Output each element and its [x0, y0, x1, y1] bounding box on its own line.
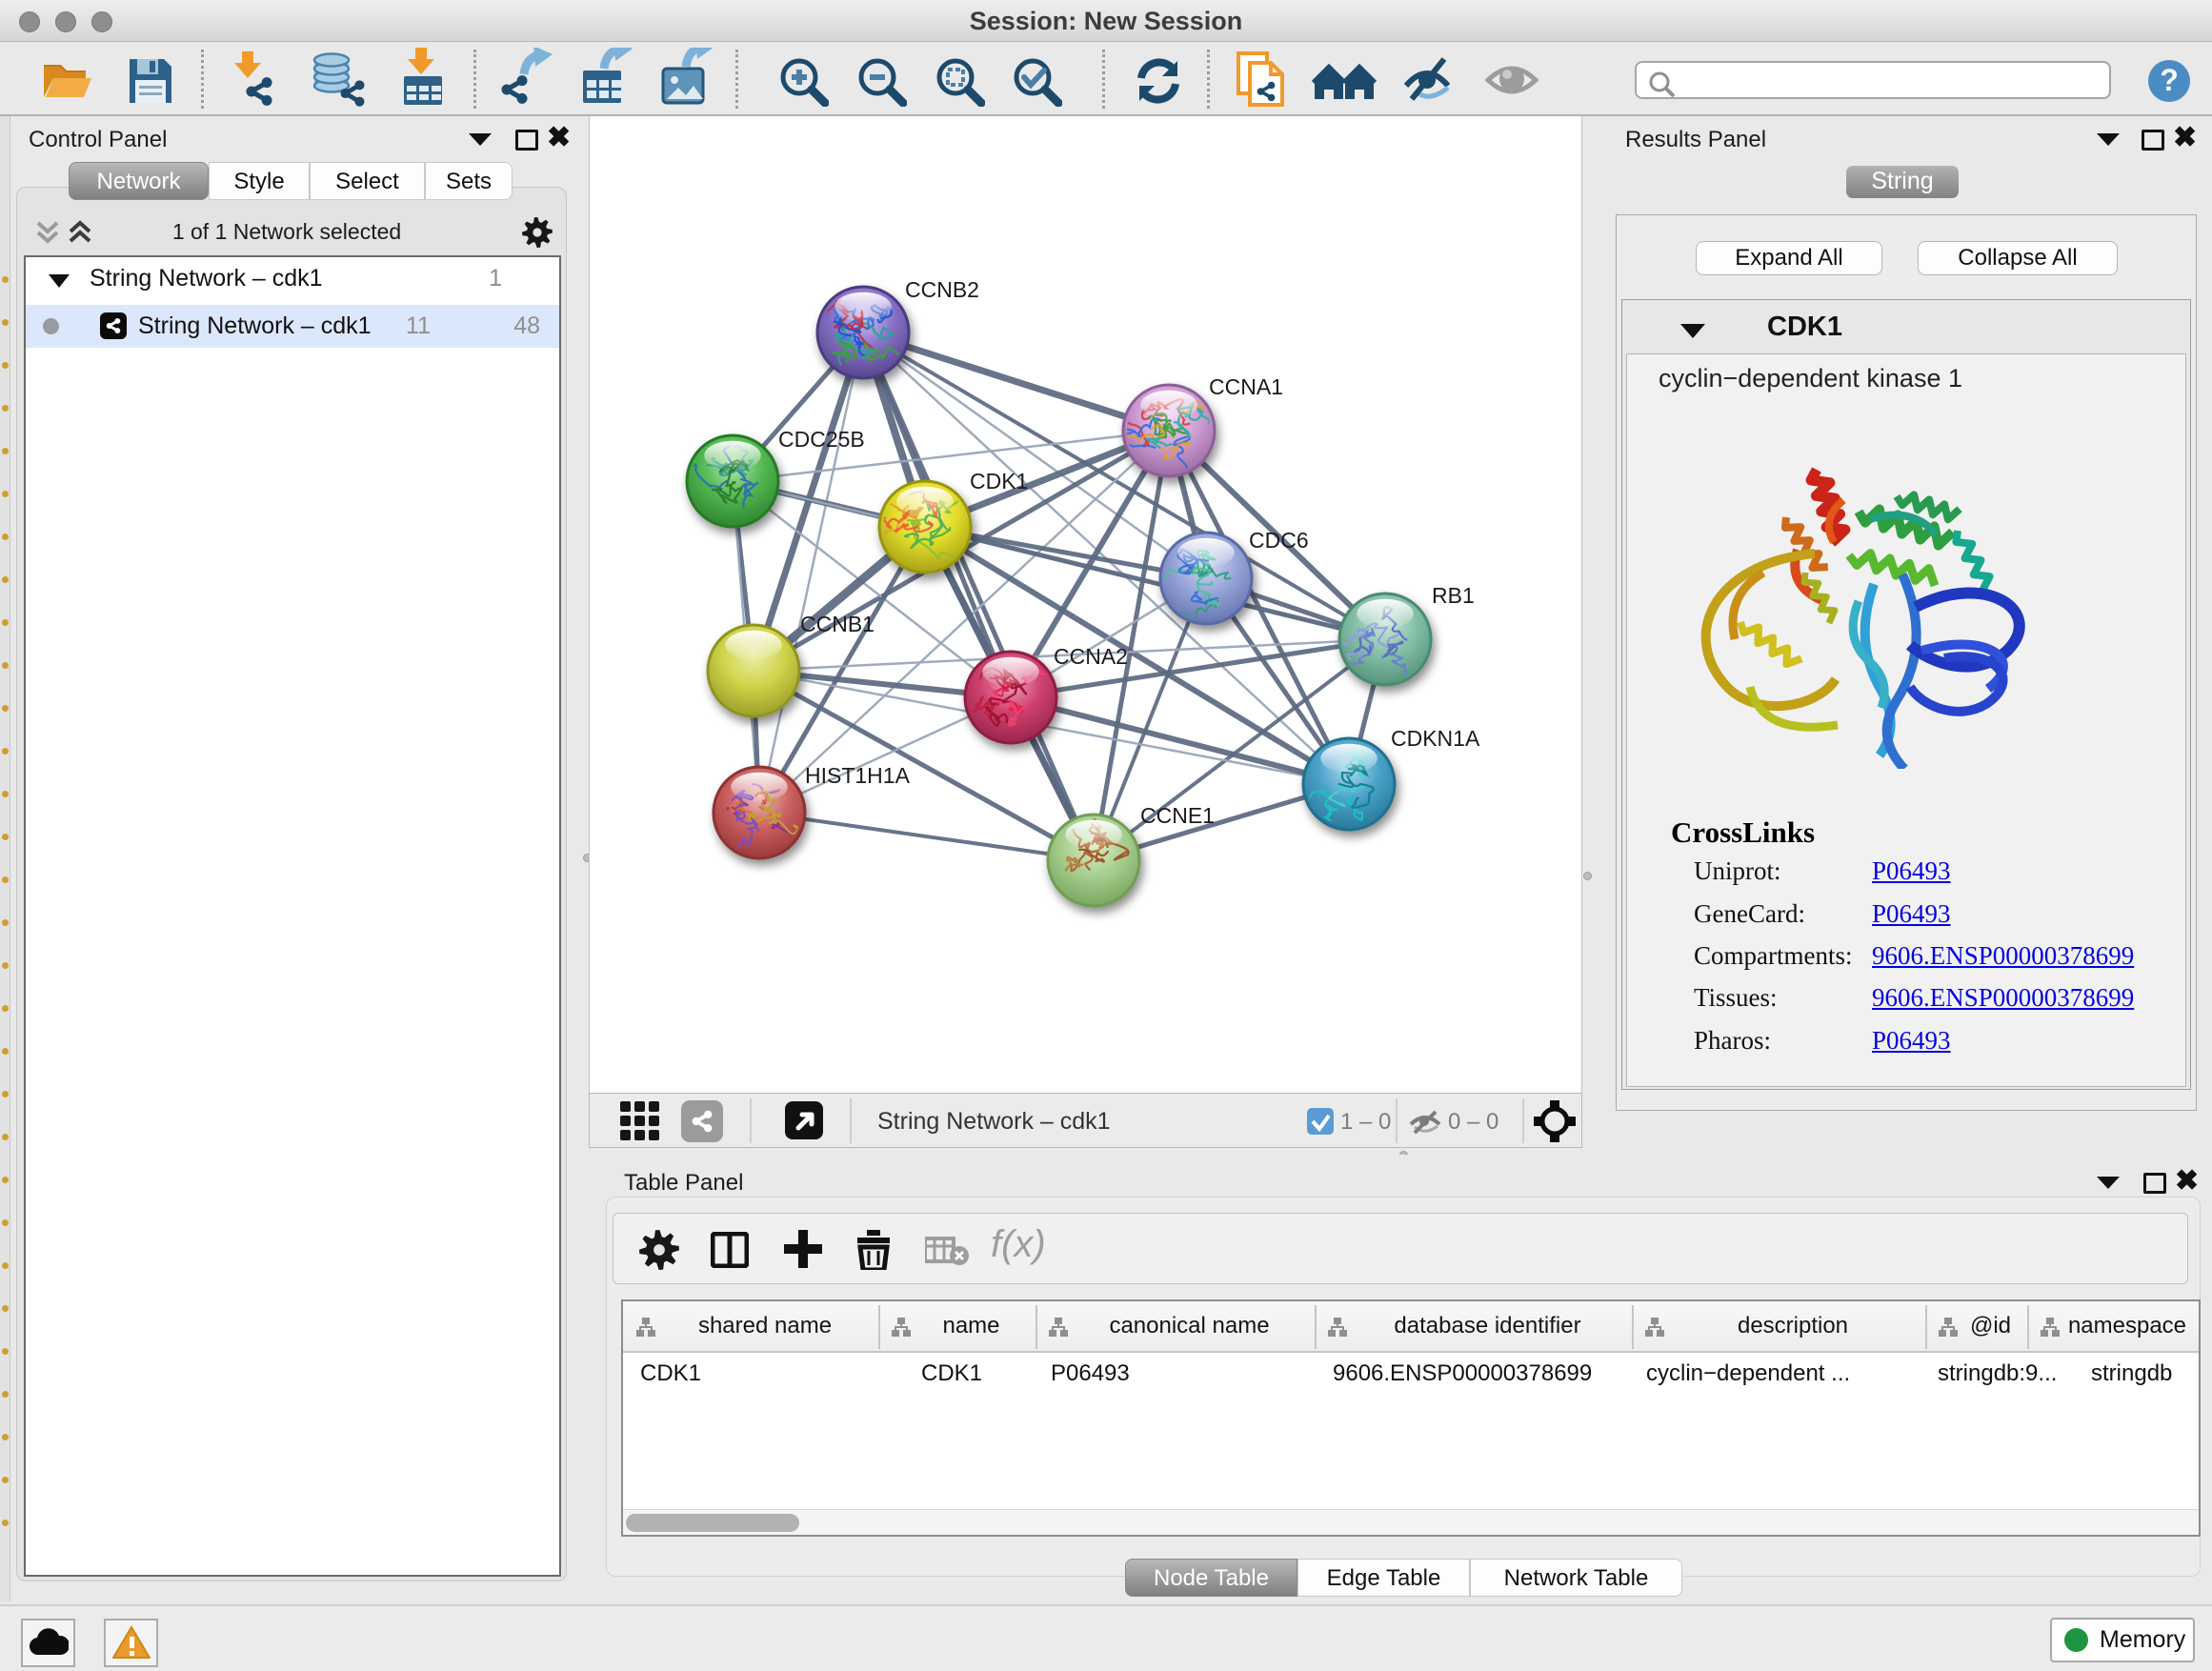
svg-text:?: ? [2160, 63, 2179, 97]
